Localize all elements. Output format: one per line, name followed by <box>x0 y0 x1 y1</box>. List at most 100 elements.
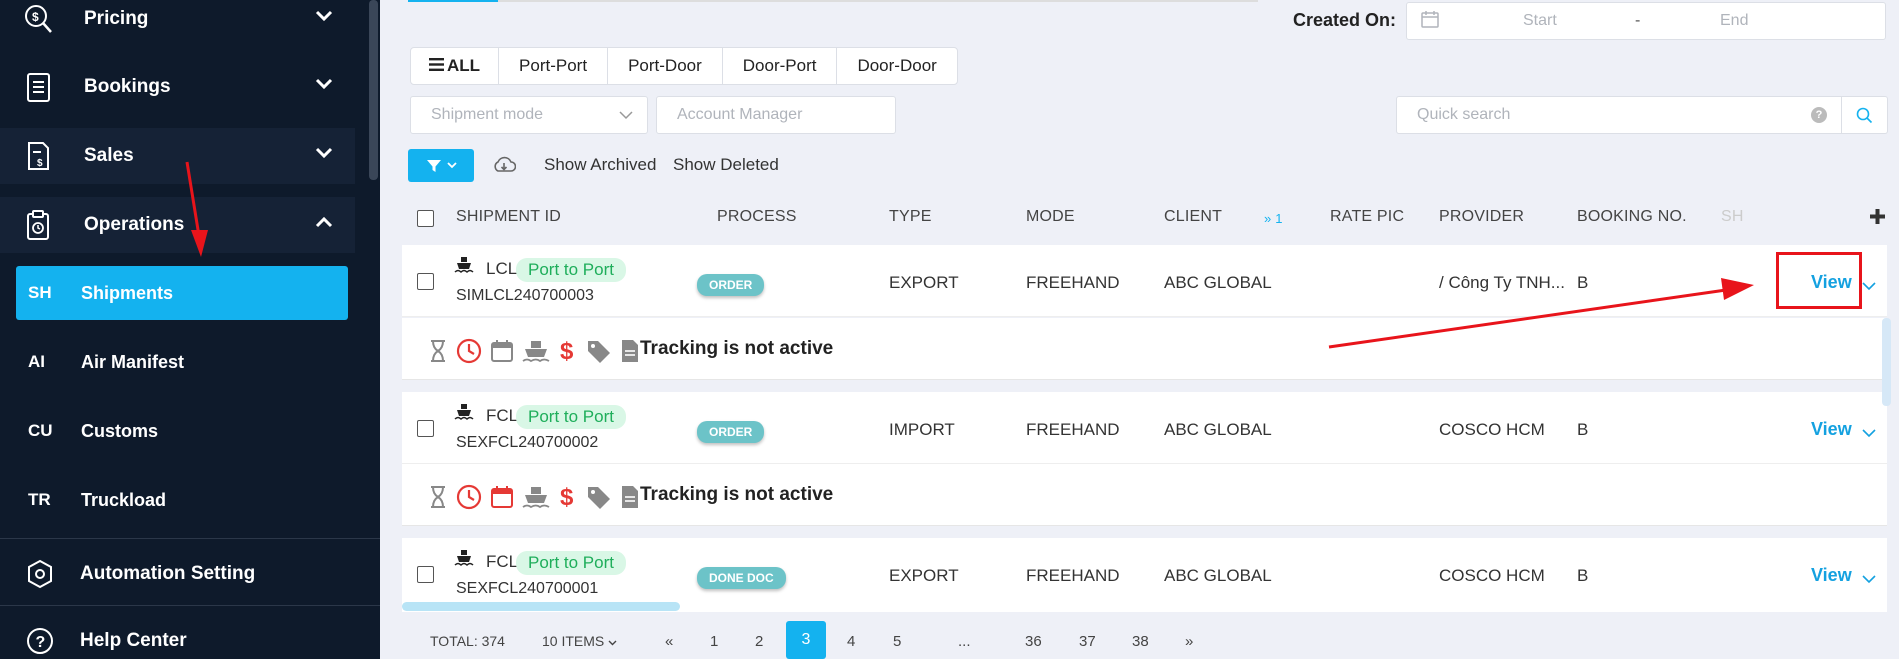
show-deleted-toggle[interactable]: Show Deleted <box>673 155 779 175</box>
sidebar-item-sales[interactable]: $ Sales <box>0 128 355 184</box>
sidebar-item-operations[interactable]: Operations <box>0 197 355 253</box>
cloud-download-icon[interactable] <box>492 156 517 179</box>
tracking-row: $ Tracking is not active <box>402 464 1887 526</box>
date-end-input[interactable]: End <box>1720 12 1748 30</box>
table-horizontal-scrollbar[interactable] <box>402 602 680 611</box>
sidebar-item-shipments[interactable]: SH Shipments <box>16 266 348 320</box>
svg-text:$: $ <box>560 484 574 510</box>
sub-item-abbr: SH <box>28 283 52 302</box>
page-1[interactable]: 1 <box>710 633 718 650</box>
ship-icon <box>522 487 550 509</box>
sidebar-item-customs[interactable]: CU Customs <box>16 404 348 458</box>
calendar-icon <box>491 340 513 362</box>
sidebar-item-label: Sales <box>84 145 134 166</box>
filter-button[interactable] <box>408 149 474 182</box>
mode-cell: FREEHAND <box>1026 566 1120 585</box>
calendar-icon <box>1421 10 1439 33</box>
route-type-segmented-control: ALL Port-Port Port-Door Door-Port Door-D… <box>410 47 958 85</box>
bookings-icon <box>22 71 54 103</box>
page-ellipsis[interactable]: ... <box>958 633 971 650</box>
add-column-icon[interactable] <box>1869 208 1886 230</box>
shipment-id[interactable]: SEXFCL240700002 <box>456 434 598 452</box>
sidebar-item-label: Automation Setting <box>80 563 256 584</box>
row-checkbox[interactable] <box>417 566 434 583</box>
sidebar-item-help-center[interactable]: ? Help Center <box>0 613 355 659</box>
chevron-down-icon <box>315 6 333 28</box>
sidebar-divider <box>0 538 380 539</box>
row-checkbox[interactable] <box>417 273 434 290</box>
prev-page-button[interactable]: « <box>665 633 673 650</box>
column-header-mode[interactable]: MODE <box>1026 208 1075 226</box>
segment-port-port[interactable]: Port-Port <box>499 48 609 84</box>
segment-port-door[interactable]: Port-Door <box>608 48 723 84</box>
column-header-type[interactable]: TYPE <box>889 208 932 226</box>
page-size-select[interactable]: 10 ITEMS <box>542 633 617 649</box>
segment-all[interactable]: ALL <box>411 48 500 84</box>
clock-icon <box>456 484 482 510</box>
created-on-label: Created On: <box>1293 10 1397 30</box>
page-3-current[interactable]: 3 <box>786 621 826 659</box>
account-manager-select[interactable]: Account Manager <box>656 96 896 134</box>
shipment-mode-select[interactable]: Shipment mode <box>410 96 648 134</box>
segment-door-port[interactable]: Door-Port <box>723 48 838 84</box>
page-2[interactable]: 2 <box>755 633 763 650</box>
top-tab-bar <box>408 0 1258 2</box>
column-header-booking-no[interactable]: BOOKING NO. <box>1577 208 1687 226</box>
sort-count: 1 <box>1275 211 1283 226</box>
show-archived-toggle[interactable]: Show Archived <box>544 155 656 175</box>
chevron-down-icon[interactable] <box>1862 278 1876 296</box>
column-header-provider[interactable]: PROVIDER <box>1439 208 1524 226</box>
clock-icon <box>456 338 482 364</box>
created-on-date-range[interactable]: Start - End <box>1406 2 1886 40</box>
tracking-status-text: Tracking is not active <box>640 484 834 505</box>
sidebar-item-truckload[interactable]: TR Truckload <box>16 473 348 527</box>
date-start-input[interactable]: Start <box>1523 12 1557 30</box>
view-button[interactable]: View <box>1811 565 1852 586</box>
chevron-down-icon <box>608 640 617 646</box>
type-cell: EXPORT <box>889 566 959 585</box>
next-page-button[interactable]: » <box>1185 633 1193 650</box>
sub-item-abbr: AI <box>28 352 45 371</box>
page-4[interactable]: 4 <box>847 633 855 650</box>
chevron-down-icon[interactable] <box>1862 571 1876 589</box>
page-5[interactable]: 5 <box>893 633 901 650</box>
column-header-shipment-id[interactable]: SHIPMENT ID <box>456 208 561 226</box>
column-header-process[interactable]: PROCESS <box>717 208 797 226</box>
row-checkbox[interactable] <box>417 420 434 437</box>
sidebar-item-bookings[interactable]: Bookings <box>0 59 355 115</box>
tracking-status-text: Tracking is not active <box>640 338 834 359</box>
client-sort-indicator[interactable]: » 1 <box>1264 211 1283 226</box>
column-header-truncated[interactable]: SH <box>1721 208 1744 226</box>
ship-icon <box>454 549 474 572</box>
process-badge: ORDER <box>697 421 765 443</box>
quick-search-input[interactable]: Quick search ? <box>1396 96 1842 134</box>
tracking-status-icons: $ <box>428 484 640 510</box>
select-all-checkbox[interactable] <box>417 210 434 227</box>
client-cell: ABC GLOBAL <box>1164 420 1272 439</box>
view-button[interactable]: View <box>1811 419 1852 440</box>
shipment-mode-type: LCL <box>486 259 518 278</box>
column-header-client[interactable]: CLIENT <box>1164 208 1222 226</box>
help-icon[interactable]: ? <box>1811 107 1827 123</box>
column-header-rate-pic[interactable]: RATE PIC <box>1330 208 1404 226</box>
sidebar-item-air-manifest[interactable]: AI Air Manifest <box>16 335 348 389</box>
table-vertical-scrollbar[interactable] <box>1882 318 1891 406</box>
shipment-id[interactable]: SEXFCL240700001 <box>456 580 598 598</box>
table-row[interactable]: FCL Port to Port SEXFCL240700002 ORDER I… <box>402 392 1887 464</box>
sub-item-abbr: TR <box>28 490 51 509</box>
sidebar-item-automation-setting[interactable]: Automation Setting <box>0 546 355 602</box>
sidebar-item-pricing[interactable]: $ Pricing <box>0 0 355 47</box>
page-37[interactable]: 37 <box>1079 633 1096 650</box>
chevron-down-icon <box>446 162 457 169</box>
table-row[interactable]: LCL Port to Port SIMLCL240700003 ORDER E… <box>402 245 1887 317</box>
page-36[interactable]: 36 <box>1025 633 1042 650</box>
hexagon-gear-icon <box>24 558 56 590</box>
pricing-icon: $ <box>22 3 54 35</box>
search-button[interactable] <box>1842 96 1888 134</box>
page-38[interactable]: 38 <box>1132 633 1149 650</box>
table-row[interactable]: FCL Port to Port SEXFCL240700001 DONE DO… <box>402 538 1887 612</box>
chevron-down-icon[interactable] <box>1862 425 1876 443</box>
segment-door-door[interactable]: Door-Door <box>837 48 956 84</box>
shipment-id[interactable]: SIMLCL240700003 <box>456 287 594 305</box>
sidebar-scrollbar[interactable] <box>369 0 378 180</box>
